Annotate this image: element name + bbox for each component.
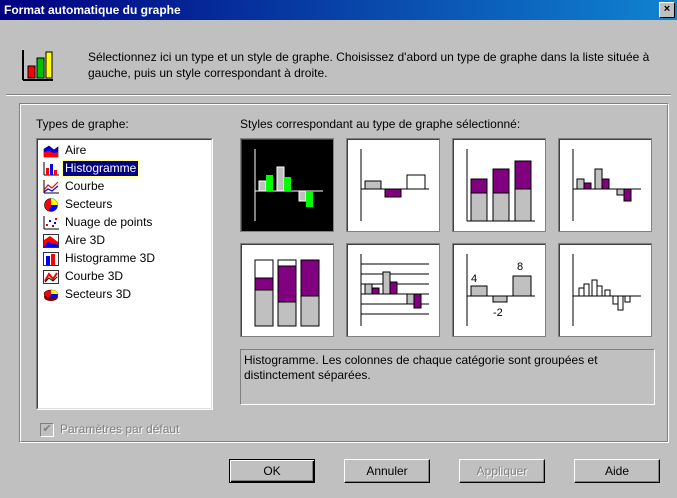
list-item-nuage-de-points[interactable]: Nuage de points	[41, 214, 206, 232]
list-item-aire[interactable]: Aire	[41, 142, 206, 160]
ok-button[interactable]: OK	[229, 459, 315, 483]
chart-types-list[interactable]: Aire Histogramme Courbe Secteurs Nuage d…	[36, 138, 213, 410]
apply-button[interactable]: Appliquer	[459, 459, 545, 483]
window-title: Format automatique du graphe	[4, 3, 181, 17]
style-description-box: Histogramme. Les colonnes de chaque caté…	[240, 349, 655, 405]
styles-label: Styles correspondant au type de graphe s…	[240, 117, 521, 131]
column-chart-icon	[43, 162, 59, 176]
column-3d-chart-icon	[43, 252, 59, 266]
default-settings-checkbox[interactable]: ✔	[40, 423, 54, 437]
dialog-description: Sélectionnez ici un type et un style de …	[88, 50, 650, 80]
data-label-1: 4	[471, 273, 477, 285]
line-chart-icon	[43, 180, 59, 194]
default-settings-label: Paramètres par défaut	[60, 422, 180, 436]
line-3d-chart-icon	[43, 270, 59, 284]
style-option-8[interactable]	[558, 243, 652, 337]
close-icon: ×	[663, 3, 671, 15]
scatter-chart-icon	[43, 216, 59, 230]
percent-stacked-columns-preview	[254, 259, 320, 327]
columns-with-data-labels-preview: 4 8 -2	[466, 254, 535, 326]
title-bar: Format automatique du graphe ×	[0, 0, 677, 20]
style-option-5[interactable]	[240, 243, 334, 337]
help-button[interactable]: Aide	[574, 459, 660, 483]
area-chart-icon	[43, 145, 59, 158]
cancel-button[interactable]: Annuler	[344, 459, 430, 483]
list-item-secteurs-3d[interactable]: Secteurs 3D	[41, 286, 206, 304]
style-option-6[interactable]	[346, 243, 440, 337]
data-label-2: 8	[517, 261, 523, 273]
style-option-2[interactable]	[346, 138, 440, 232]
list-item-secteurs[interactable]: Secteurs	[41, 196, 206, 214]
separator	[6, 94, 671, 96]
style-option-3[interactable]	[452, 138, 546, 232]
style-option-1[interactable]	[240, 138, 334, 232]
list-item-histogramme[interactable]: Histogramme	[41, 160, 206, 178]
chart-wizard-icon	[22, 50, 53, 81]
pie-3d-chart-icon	[43, 289, 59, 301]
columns-with-gridlines-preview	[360, 254, 429, 326]
clustered-columns-preview	[254, 149, 323, 221]
clustered-columns-outline-preview	[572, 149, 641, 221]
close-button[interactable]: ×	[659, 2, 675, 18]
area-3d-chart-icon	[43, 234, 59, 248]
checkmark-icon: ✔	[42, 423, 52, 435]
list-item-histogramme-3d[interactable]: Histogramme 3D	[41, 250, 206, 268]
style-option-7[interactable]: 4 8 -2	[452, 243, 546, 337]
style-description-text: Histogramme. Les colonnes de chaque caté…	[244, 353, 598, 382]
data-label-3: -2	[493, 307, 503, 319]
types-label: Types de graphe:	[36, 117, 129, 131]
style-option-4[interactable]	[558, 138, 652, 232]
list-item-courbe-3d[interactable]: Courbe 3D	[41, 268, 206, 286]
narrow-clustered-columns-preview	[572, 254, 641, 326]
columns-around-zero-preview	[360, 149, 429, 221]
stacked-columns-preview	[466, 149, 535, 222]
list-item-aire-3d[interactable]: Aire 3D	[41, 232, 206, 250]
pie-chart-icon	[44, 198, 58, 212]
list-item-courbe[interactable]: Courbe	[41, 178, 206, 196]
